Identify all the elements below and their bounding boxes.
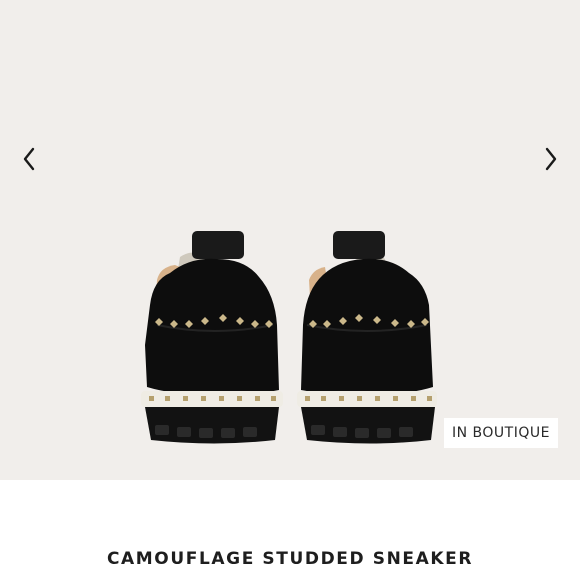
chevron-right-icon (545, 147, 557, 171)
product-gallery: IN BOUTIQUE (0, 0, 580, 480)
product-title: CAMOUFLAGE STUDDED SNEAKER (106, 549, 474, 569)
in-boutique-badge: IN BOUTIQUE (444, 418, 558, 448)
right-sneaker (297, 231, 437, 444)
product-image[interactable] (135, 225, 445, 450)
gallery-next-button[interactable] (536, 142, 566, 176)
chevron-left-icon (23, 147, 35, 171)
left-sneaker (141, 231, 283, 444)
gallery-prev-button[interactable] (14, 142, 44, 176)
